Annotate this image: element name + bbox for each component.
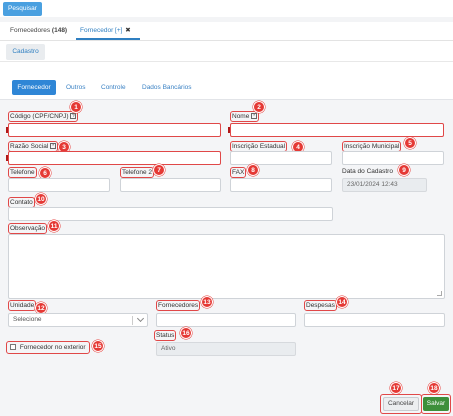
telefone-label: Telefone (8, 167, 37, 178)
codigo-input[interactable] (8, 123, 221, 137)
tabs-divider (0, 40, 453, 41)
observacao-label: Observação (8, 223, 48, 234)
razao-social-input[interactable] (8, 151, 221, 165)
status-label: Status (154, 330, 177, 341)
required-icon: * (50, 143, 57, 149)
contato-input[interactable] (8, 207, 333, 221)
status-input: Ativo (156, 342, 296, 356)
annotation-badge-18: 18 (428, 382, 440, 394)
telefone-input[interactable] (8, 178, 110, 192)
tab-fornecedores-count: (148) (51, 27, 68, 34)
fax-label: FAX (230, 167, 247, 178)
annotation-badge-13: 13 (201, 296, 213, 308)
annotation-badge-7: 7 (153, 164, 165, 176)
codigo-label: Código (CPF/CNPJ) ? (8, 111, 79, 122)
cadastro-divider (0, 61, 453, 62)
tab-controle[interactable]: Controle (101, 80, 126, 95)
telefone2-label: Telefone 2 (120, 167, 154, 178)
unidade-select[interactable]: Selecione (8, 313, 148, 327)
annotation-badge-17: 17 (390, 382, 402, 394)
annotation-badge-8: 8 (247, 164, 259, 176)
tab-fornecedores[interactable]: Fornecedores (148) (10, 22, 67, 39)
annotation-badge-16: 16 (180, 327, 192, 339)
save-button[interactable]: Salvar (423, 397, 449, 411)
data-cadastro-input: 23/01/2024 12:43 (342, 178, 427, 192)
fornecedor-exterior-checkbox[interactable]: Fornecedor no exterior (6, 341, 90, 354)
despesas-label: Despesas (304, 300, 337, 311)
tab-outros[interactable]: Outros (66, 80, 86, 95)
tab-fornecedor-novo[interactable]: Fornecedor [+] ✖ (80, 22, 131, 39)
required-icon: * (251, 113, 258, 119)
resize-handle[interactable] (437, 291, 442, 296)
help-icon[interactable]: ? (70, 113, 77, 119)
unidade-label: Unidade (8, 300, 37, 311)
fornecedores-label: Fornecedores (156, 300, 201, 311)
annotation-badge-2: 2 (253, 101, 265, 113)
cancel-button[interactable]: Cancelar (383, 397, 419, 411)
annotation-badge-9: 9 (398, 164, 410, 176)
tab-fornecedor[interactable]: Fornecedor (12, 80, 56, 95)
checkbox-box[interactable] (10, 344, 16, 350)
observacao-textarea[interactable] (8, 234, 445, 299)
close-icon[interactable]: ✖ (125, 27, 130, 34)
inscricao-municipal-input[interactable] (342, 151, 444, 165)
despesas-input[interactable] (304, 313, 445, 327)
search-button[interactable]: Pesquisar (3, 2, 42, 16)
telefone2-input[interactable] (120, 178, 221, 192)
tab-fornecedores-label: Fornecedores (10, 27, 51, 34)
inscricao-estadual-input[interactable] (230, 151, 332, 165)
fax-input[interactable] (230, 178, 332, 192)
annotation-badge-11: 11 (48, 220, 60, 232)
annotation-badge-15: 15 (92, 340, 104, 352)
nome-label: Nome * (230, 111, 260, 122)
chevron-down-icon (136, 314, 145, 323)
fornecedores-input[interactable] (156, 313, 296, 327)
nome-input[interactable] (230, 123, 444, 137)
data-cadastro-label: Data do Cadastro (342, 168, 393, 175)
annotation-badge-1: 1 (70, 101, 82, 113)
annotation-badge-10: 10 (35, 193, 47, 205)
annotation-badge-14: 14 (336, 296, 348, 308)
select-divider (132, 316, 133, 325)
tab-dados-bancarios[interactable]: Dados Bancários (142, 80, 192, 95)
toolbar-divider (0, 17, 453, 22)
annotation-badge-5: 5 (404, 137, 416, 149)
tab-cadastro[interactable]: Cadastro (6, 44, 45, 60)
tab-fornecedor-novo-label: Fornecedor [+] (80, 27, 123, 34)
